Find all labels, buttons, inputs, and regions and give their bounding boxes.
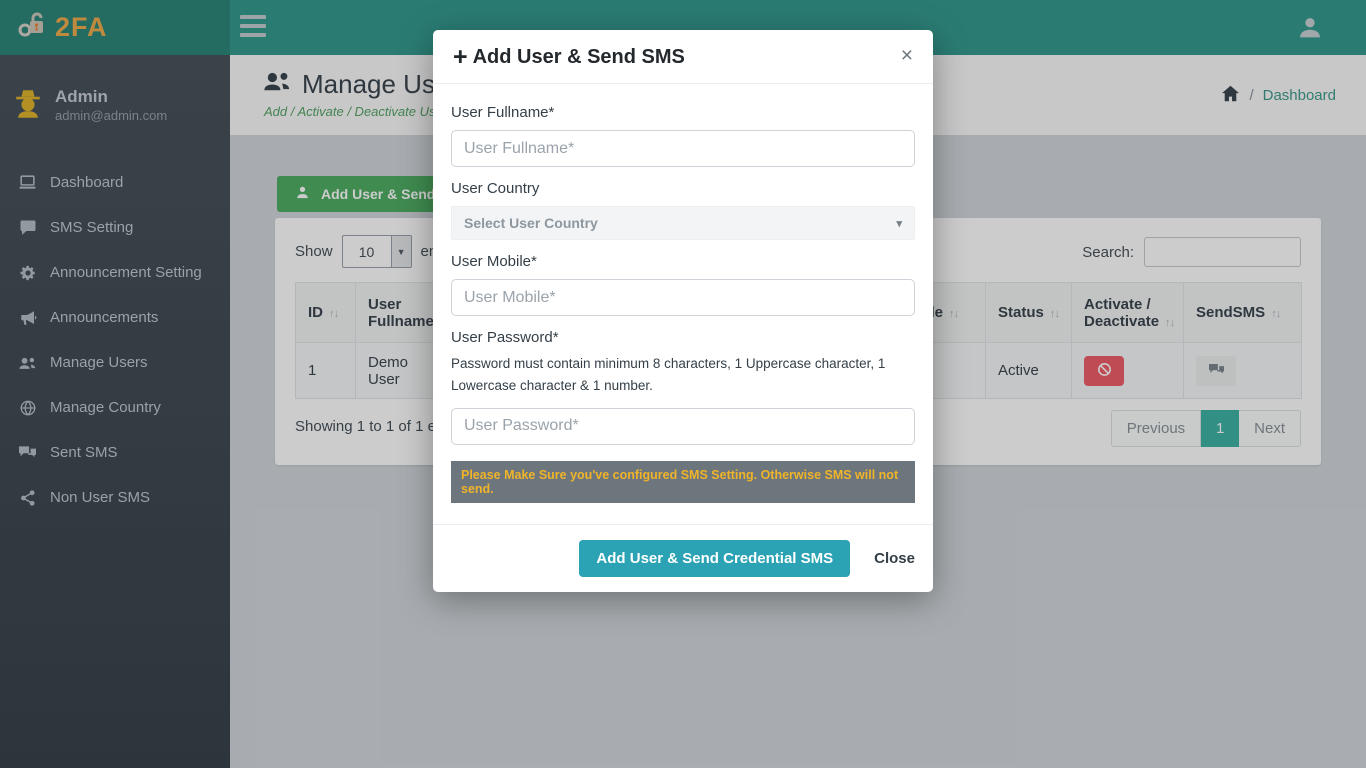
password-label: User Password* [451,329,915,346]
modal-close-button[interactable]: Close [874,550,915,567]
password-hint: Password must contain minimum 8 characte… [451,353,915,398]
mobile-input[interactable] [451,279,915,316]
sms-warning-banner: Please Make Sure you've configured SMS S… [451,461,915,503]
country-label: User Country [451,180,915,197]
modal-close-icon[interactable]: × [901,45,913,66]
country-select[interactable]: Select User Country ▾ [451,206,915,240]
app-viewport: 2FA Admin admin@admin. [0,0,1366,768]
modal-header: + Add User & Send SMS × [433,30,933,84]
modal-body: User Fullname* User Country Select User … [433,84,933,507]
chevron-down-icon: ▾ [896,217,902,230]
fullname-label: User Fullname* [451,104,915,121]
fullname-input[interactable] [451,130,915,167]
add-user-modal: + Add User & Send SMS × User Fullname* U… [433,30,933,592]
mobile-label: User Mobile* [451,253,915,270]
plus-icon: + [453,45,468,70]
password-input[interactable] [451,408,915,445]
modal-footer: Add User & Send Credential SMS Close [433,524,933,592]
modal-title: + Add User & Send SMS [453,45,685,70]
submit-add-user-button[interactable]: Add User & Send Credential SMS [579,540,850,577]
